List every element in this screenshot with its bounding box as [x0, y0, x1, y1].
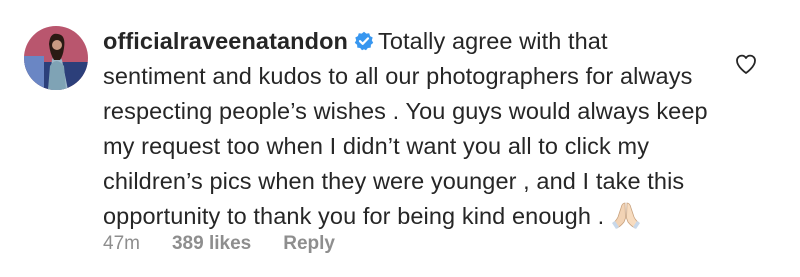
folded-hands-emoji — [610, 200, 642, 230]
comment-username[interactable]: officialraveenatandon — [103, 28, 348, 54]
likes-count[interactable]: 389 likes — [172, 233, 251, 255]
verified-badge-icon — [354, 31, 374, 51]
comment-text: Totally agree with that sentiment and ku… — [103, 28, 708, 229]
heart-outline-icon[interactable] — [734, 52, 758, 76]
avatar[interactable] — [24, 26, 88, 90]
comment-body: officialraveenatandon Totally agree with… — [103, 24, 713, 234]
reply-button[interactable]: Reply — [283, 233, 335, 255]
comment: officialraveenatandon Totally agree with… — [0, 0, 800, 277]
comment-meta: 47m 389 likes Reply — [103, 231, 367, 257]
comment-timestamp: 47m — [103, 233, 140, 254]
